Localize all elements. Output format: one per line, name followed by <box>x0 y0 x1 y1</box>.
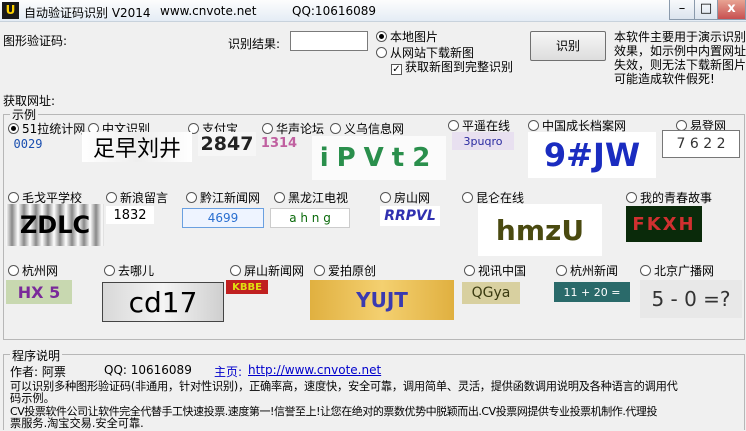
captcha-huasheng: 1314 <box>260 135 298 151</box>
sample-hangzhou-news[interactable]: 杭州新闻 <box>556 262 618 279</box>
radio-dot-icon <box>230 265 241 276</box>
software-description: 本软件主要用于演示识别 效果，如示例中内置网址 失效，则无法下载新图片 可能造成… <box>614 30 746 86</box>
radio-local-image[interactable]: 本地图片 <box>376 28 438 45</box>
sample-qunar[interactable]: 去哪儿 <box>104 262 154 279</box>
checkbox-full-recognize[interactable]: ✓ 获取新图到完整识别 <box>391 58 513 75</box>
captcha-hangzhou-news: 11 + 20 = <box>554 282 630 302</box>
radio-dot-icon <box>376 31 387 42</box>
info-line-4: 票服务.淘宝交易.安全可靠. <box>10 417 144 430</box>
checkmark-icon: ✓ <box>391 64 402 75</box>
homepage-link[interactable]: http://www.cnvote.net <box>248 363 381 377</box>
captcha-youth-story: FKXH <box>626 206 702 242</box>
qq-label: QQ: 10616089 <box>104 363 192 377</box>
window-site: www.cnvote.net <box>160 4 257 18</box>
sample-heilongjiang[interactable]: 黑龙江电视 <box>274 189 348 206</box>
captcha-sina: 1832 <box>106 206 154 224</box>
maximize-button[interactable]: □ <box>694 0 718 20</box>
captcha-shixun: QGya <box>462 282 520 304</box>
captcha-pingyao: 3puqro <box>452 132 514 150</box>
sample-51la[interactable]: 51拉统计网 <box>8 120 85 137</box>
radio-dot-icon <box>330 123 341 134</box>
sample-sina[interactable]: 新浪留言 <box>106 189 168 206</box>
sample-aipai[interactable]: 爱拍原创 <box>314 262 376 279</box>
window-qq: QQ:10616089 <box>292 4 377 18</box>
captcha-beijing-radio: 5 - 0 =? <box>640 280 742 318</box>
info-line-1: 可以识别多种图形验证码(非通用，针对性识别)，正确率高，速度快，安全可靠，调用简… <box>10 380 678 393</box>
radio-dot-icon <box>626 192 637 203</box>
minimize-button[interactable]: – <box>669 0 695 20</box>
radio-dot-icon <box>8 265 19 276</box>
sample-pingshan[interactable]: 屏山新闻网 <box>230 262 304 279</box>
result-label: 识别结果: <box>228 37 281 51</box>
radio-dot-icon <box>104 265 115 276</box>
captcha-alipay: 2847 <box>198 132 256 156</box>
captcha-label: 图形验证码: <box>3 34 68 48</box>
captcha-yideng: 7 6 2 2 <box>662 130 740 158</box>
recognize-button[interactable]: 识别 <box>530 31 606 61</box>
radio-dot-icon <box>8 192 19 203</box>
captcha-51la: 0029 <box>13 137 43 151</box>
radio-dot-icon <box>528 120 539 131</box>
radio-dot-icon <box>8 123 19 134</box>
sample-youth-story[interactable]: 我的青春故事 <box>626 189 712 206</box>
sample-hangzhou[interactable]: 杭州网 <box>8 262 58 279</box>
captcha-yiwu: iPVt2 <box>312 136 446 180</box>
captcha-hangzhou: HX 5 <box>6 280 72 304</box>
captcha-growth-archive: 9#JW <box>528 132 656 178</box>
close-button[interactable]: x <box>717 0 746 20</box>
program-info-group-label: 程序说明 <box>10 347 63 364</box>
radio-dot-icon <box>314 265 325 276</box>
app-icon: U <box>2 2 19 19</box>
radio-dot-icon <box>462 192 473 203</box>
captcha-qunar: cd17 <box>102 282 224 322</box>
result-input[interactable] <box>290 31 368 51</box>
captcha-kunlun: hmzU <box>478 204 602 256</box>
captcha-heilongjiang: a h n g <box>270 208 350 228</box>
radio-dot-icon <box>262 123 273 134</box>
sample-qianjiang[interactable]: 黔江新闻网 <box>186 189 260 206</box>
sample-shixun[interactable]: 视讯中国 <box>464 262 526 279</box>
radio-dot-icon <box>106 192 117 203</box>
captcha-aipai: YUJT <box>310 280 454 320</box>
radio-dot-icon <box>376 47 387 58</box>
sample-fangshan[interactable]: 房山网 <box>380 189 430 206</box>
radio-dot-icon <box>186 192 197 203</box>
radio-dot-icon <box>640 265 651 276</box>
radio-dot-icon <box>380 192 391 203</box>
sample-beijing-radio[interactable]: 北京广播网 <box>640 262 714 279</box>
captcha-chinese: 足早刘井 <box>82 132 192 162</box>
radio-dot-icon <box>464 265 475 276</box>
radio-dot-icon <box>448 120 459 131</box>
title-bar[interactable]: U 自动验证码识别 V2014 www.cnvote.net QQ:106160… <box>0 0 746 22</box>
captcha-qianjiang: 4699 <box>182 208 264 228</box>
window-title: 自动验证码识别 V2014 <box>24 6 151 20</box>
captcha-fangshan: RRPVL <box>380 206 440 226</box>
app-window: U 自动验证码识别 V2014 www.cnvote.net QQ:106160… <box>0 0 746 430</box>
captcha-maogeping: ZDLC <box>6 204 104 246</box>
sample-yiwu[interactable]: 义乌信息网 <box>330 120 404 137</box>
captcha-pingshan: KBBE <box>226 280 268 294</box>
radio-dot-icon <box>556 265 567 276</box>
radio-dot-icon <box>274 192 285 203</box>
